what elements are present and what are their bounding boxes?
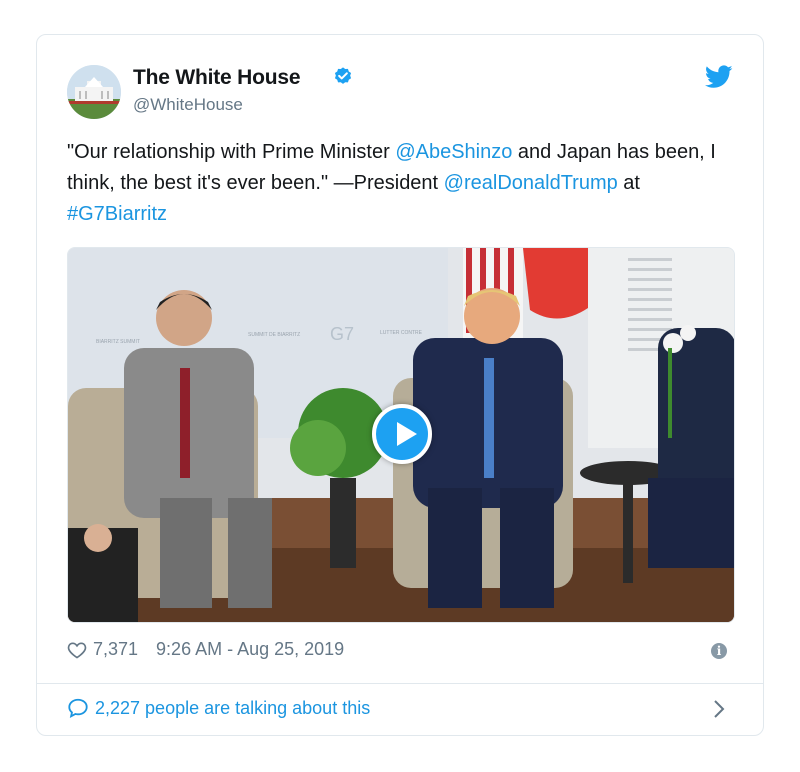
info-icon[interactable]: i: [711, 643, 727, 659]
author-handle[interactable]: @WhiteHouse: [133, 95, 243, 115]
talking-count-text[interactable]: 2,227 people are talking about this: [95, 698, 370, 719]
mention-link[interactable]: @realDonaldTrump: [444, 172, 618, 194]
svg-text:G7: G7: [330, 324, 354, 344]
divider: [37, 683, 763, 684]
twitter-bird-icon[interactable]: [705, 65, 733, 89]
play-icon[interactable]: [372, 404, 432, 464]
chevron-right-icon[interactable]: [713, 699, 725, 719]
hashtag-link[interactable]: #G7Biarritz: [67, 203, 167, 225]
conversation-link[interactable]: 2,227 people are talking about this: [67, 697, 370, 719]
author-name[interactable]: The White House: [133, 66, 301, 90]
avatar[interactable]: [67, 65, 121, 119]
video-thumbnail[interactable]: BIARRITZ SUMMIT SUMMIT DE BIARRITZ G7 LU…: [67, 247, 735, 623]
verified-badge-icon: [334, 67, 352, 84]
like-count[interactable]: 7,371: [93, 639, 138, 660]
tweet-text-part: at: [617, 172, 640, 194]
speech-bubble-icon: [68, 698, 88, 718]
svg-text:SUMMIT DE BIARRITZ: SUMMIT DE BIARRITZ: [248, 332, 300, 338]
svg-text:LUTTER CONTRE: LUTTER CONTRE: [380, 330, 423, 336]
mention-link[interactable]: @AbeShinzo: [395, 141, 512, 163]
tweet-meta: 7,371 9:26 AM - Aug 25, 2019: [67, 639, 344, 660]
tweet-text: "Our relationship with Prime Minister @A…: [67, 137, 727, 230]
heart-icon[interactable]: [67, 640, 87, 660]
timestamp[interactable]: 9:26 AM - Aug 25, 2019: [156, 639, 344, 660]
tweet-card[interactable]: The White House @WhiteHouse "Our relatio…: [36, 34, 764, 736]
svg-text:BIARRITZ SUMMIT: BIARRITZ SUMMIT: [96, 339, 140, 345]
tweet-text-part: "Our relationship with Prime Minister: [67, 141, 396, 163]
